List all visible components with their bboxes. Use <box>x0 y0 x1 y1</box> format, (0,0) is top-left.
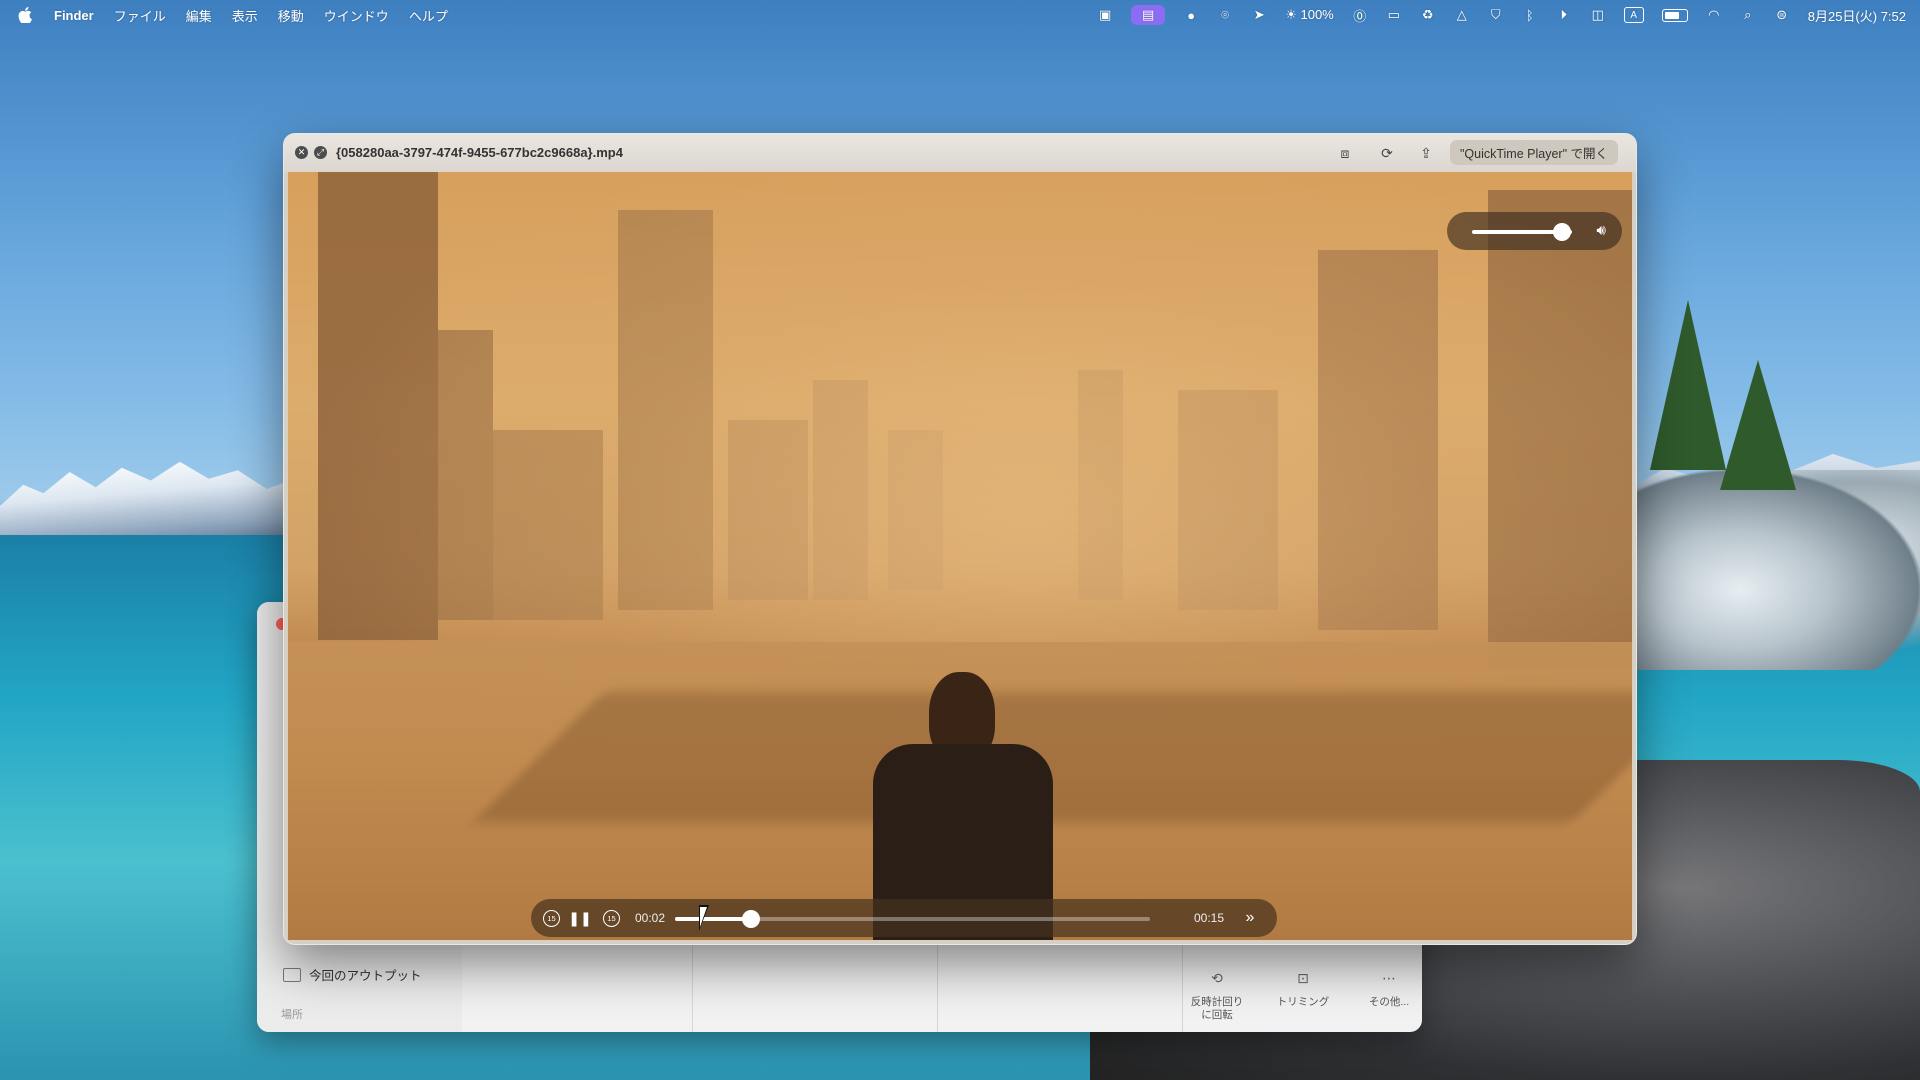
split-view-icon[interactable]: ◫ <box>1590 7 1606 23</box>
speaker-icon[interactable]: 🔊︎ <box>1597 222 1606 239</box>
wallpaper-mountains-left <box>0 461 290 540</box>
arrow-app-icon[interactable]: ➤ <box>1251 7 1267 23</box>
sun-icon: ☀ <box>1285 7 1297 22</box>
fullscreen-button[interactable]: ⤢ <box>314 146 327 159</box>
pause-icon: ❚❚ <box>568 909 592 926</box>
menu-go[interactable]: 移動 <box>278 6 304 25</box>
sidebar-item-label: 今回のアウトプット <box>309 969 422 983</box>
screen-mirroring-icon[interactable]: ▤ <box>1131 5 1166 25</box>
wallpaper-rocks <box>1620 470 1920 670</box>
pause-button[interactable]: ❚❚ <box>568 907 592 929</box>
share-icon[interactable]: ⇪ <box>1417 144 1435 162</box>
translate-icon[interactable]: ▭ <box>1386 7 1402 23</box>
trim-button[interactable]: ⊡ トリミング <box>1273 970 1333 1022</box>
bluetooth-icon[interactable]: ᛒ <box>1522 7 1538 23</box>
fast-forward-icon: » <box>1245 909 1255 926</box>
password-manager-icon[interactable]: ⓪ <box>1352 7 1368 24</box>
brightness-value: 100% <box>1300 7 1334 22</box>
wallpaper-tree <box>1650 300 1726 470</box>
sidebar-section-locations: 場所 <box>281 1009 303 1021</box>
control-center-icon[interactable]: ⊜ <box>1774 7 1790 23</box>
input-source-icon[interactable]: A <box>1623 7 1644 23</box>
rotate-left-icon: ⟲ <box>1211 970 1223 986</box>
close-icon: ✕ <box>297 147 306 157</box>
scrubber-progress <box>675 917 751 921</box>
volume-slider-knob[interactable] <box>1553 223 1571 241</box>
recycle-icon[interactable]: ♻ <box>1420 7 1436 23</box>
skip-back-15-icon: 15 <box>547 914 556 923</box>
scrubber-track[interactable] <box>675 910 1150 928</box>
open-with-quicktime-button[interactable]: "QuickTime Player" で開く <box>1449 140 1618 165</box>
column-divider <box>1182 932 1183 1032</box>
skip-forward-15-icon: 15 <box>607 914 616 923</box>
menu-file[interactable]: ファイル <box>114 6 166 25</box>
playback-speed-button[interactable]: » <box>1239 907 1261 929</box>
status-app-icon[interactable]: ▣ <box>1097 7 1113 23</box>
volume-control: 🔊︎ <box>1447 212 1622 250</box>
duration-time: 00:15 <box>1194 911 1225 925</box>
trim-icon[interactable]: ⧈ <box>1336 144 1354 162</box>
sidebar-item-output[interactable]: 今回のアウトプット <box>283 965 422 984</box>
folder-icon <box>283 967 301 982</box>
skip-back-button[interactable]: 15 <box>543 910 560 927</box>
brightness-status[interactable]: ☀ 100% <box>1285 7 1334 23</box>
shield-icon[interactable]: ⛉ <box>1488 7 1504 23</box>
menu-help[interactable]: ヘルプ <box>409 6 448 25</box>
drive-icon[interactable]: △ <box>1454 7 1470 23</box>
column-divider <box>937 932 938 1032</box>
screenshot-icon[interactable]: ⌾ <box>1217 7 1233 23</box>
tool-label: その他... <box>1368 996 1410 1008</box>
skip-forward-button[interactable]: 15 <box>603 910 620 927</box>
tool-label: 反時計回り <box>1190 996 1244 1008</box>
rotate-left-button[interactable]: ⟲ 反時計回り に回転 <box>1187 970 1247 1022</box>
tool-label: トリミング <box>1276 996 1330 1008</box>
tool-label-line2: に回転 <box>1201 1009 1233 1021</box>
menu-app-finder[interactable]: Finder <box>54 8 94 23</box>
more-button[interactable]: ⋯ その他... <box>1359 970 1419 1022</box>
quicklook-player-window: ✕ ⤢ {058280aa-3797-474f-9455-677bc2c9668… <box>283 133 1637 945</box>
column-divider <box>692 932 693 1032</box>
wifi-icon[interactable]: ◠ <box>1706 7 1722 23</box>
spotlight-search-icon[interactable]: ⌕ <box>1740 7 1756 23</box>
play-circle-icon[interactable]: ⏵ <box>1556 7 1572 23</box>
apple-menu-icon[interactable] <box>18 7 32 23</box>
menu-edit[interactable]: 編集 <box>186 6 212 25</box>
rotate-icon[interactable]: ⟳ <box>1378 144 1396 162</box>
preview-tools: ⟲ 反時計回り に回転 ⊡ トリミング ⋯ その他... <box>1187 970 1419 1022</box>
close-button[interactable]: ✕ <box>295 146 308 159</box>
scrubber-knob[interactable] <box>742 910 760 928</box>
chat-bubble-icon[interactable]: ● <box>1183 7 1199 23</box>
more-icon: ⋯ <box>1382 970 1396 986</box>
menu-view[interactable]: 表示 <box>232 6 258 25</box>
menubar-clock[interactable]: 8月25日(火) 7:52 <box>1808 6 1906 25</box>
menu-window[interactable]: ウインドウ <box>324 6 389 25</box>
expand-icon: ⤢ <box>316 147 325 157</box>
battery-icon[interactable] <box>1661 8 1688 22</box>
video-frame[interactable]: 🔊︎ 15 ❚❚ 15 00:02 00:15 » <box>288 172 1632 940</box>
player-titlebar: ✕ ⤢ {058280aa-3797-474f-9455-677bc2c9668… <box>284 134 1636 172</box>
trim-icon: ⊡ <box>1297 970 1309 986</box>
current-time: 00:02 <box>635 911 666 925</box>
file-title: {058280aa-3797-474f-9455-677bc2c9668a}.m… <box>336 145 623 160</box>
wallpaper-tree <box>1720 360 1796 490</box>
mouse-cursor <box>699 905 709 931</box>
menu-bar: Finder ファイル 編集 表示 移動 ウインドウ ヘルプ ▣ ▤ ● ⌾ ➤… <box>0 0 1920 30</box>
playback-controls: 15 ❚❚ 15 00:02 00:15 » <box>531 899 1277 937</box>
